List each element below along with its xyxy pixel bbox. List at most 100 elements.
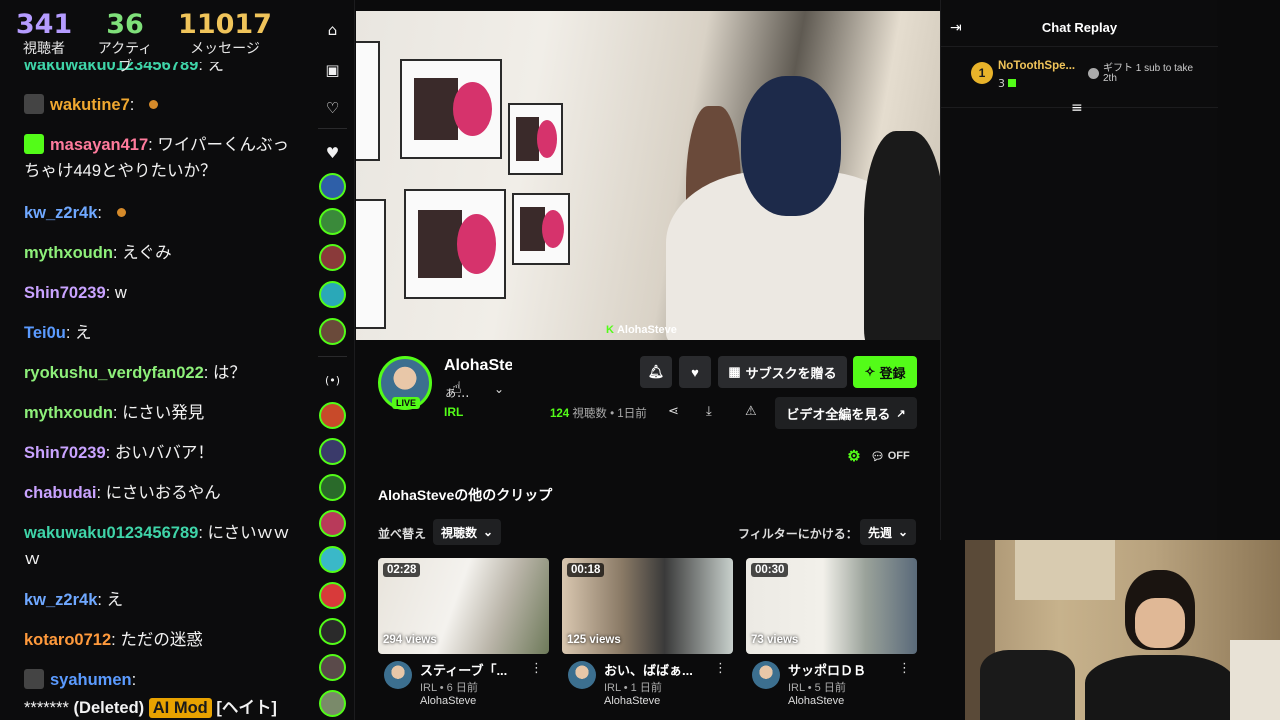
following-icon[interactable]: ♡	[310, 99, 355, 117]
webcam-person-face	[1135, 598, 1185, 648]
chat-message: Shin70239: w	[24, 284, 127, 302]
clip-thumbnail[interactable]: 00:18 125 views	[562, 558, 733, 654]
expand-pinned-icon[interactable]: ≡	[1071, 100, 1083, 116]
chat-username[interactable]: kotaro0712	[24, 631, 111, 649]
chat-message: masayan417: ワイパーくんぶっちゃけ449とやりたいか？	[24, 134, 290, 180]
followed-channel-avatar[interactable]	[319, 244, 346, 271]
clip-title[interactable]: スティーブ「...	[420, 660, 530, 679]
followed-channel-avatar[interactable]	[319, 173, 346, 200]
clip-views: 73 views	[751, 634, 799, 646]
person-figure	[864, 131, 940, 340]
browse-icon[interactable]: ▣	[310, 61, 355, 79]
chat-username[interactable]: Shin70239	[24, 284, 106, 302]
clip-author[interactable]: AlohaSteve	[420, 695, 476, 707]
recommended-channel-avatar[interactable]	[319, 438, 346, 465]
chat-username[interactable]: mythxoudn	[24, 404, 113, 422]
clip-card[interactable]: 00:30 73 views サッポロＤＢ ⋮ IRL • 5 日前 Aloha…	[746, 558, 917, 707]
deleted-label: (Deleted)	[73, 699, 145, 717]
recommended-channel-avatar[interactable]	[319, 618, 346, 645]
chat-username[interactable]: ryokushu_verdyfan022	[24, 364, 204, 382]
recommended-channel-avatar[interactable]	[319, 474, 346, 501]
viewer-count-label: 視聴者	[23, 41, 65, 57]
clip-thumbnail[interactable]: 00:30 73 views	[746, 558, 917, 654]
filter-dropdown[interactable]: 先週 ⌄	[860, 519, 917, 545]
clip-title[interactable]: サッポロＤＢ	[788, 660, 898, 679]
clip-thumbnail[interactable]: 02:28 294 views	[378, 558, 549, 654]
chat-toggle-label: OFF	[887, 450, 910, 462]
followed-channel-avatar[interactable]	[319, 318, 346, 345]
chat-username[interactable]: masayan417	[50, 136, 148, 154]
user-badge-icon	[24, 94, 44, 114]
chevron-down-icon: ⌄	[483, 525, 494, 539]
watch-full-video-button[interactable]: ビデオ全編を見る ↗	[775, 397, 917, 429]
clip-title[interactable]: おい、ばばぁ...	[604, 660, 714, 679]
clip-author[interactable]: AlohaSteve	[788, 695, 844, 707]
chat-message: wakuwaku0123456789: にさいｗｗｗ	[24, 524, 290, 568]
sort-dropdown[interactable]: 視聴数 ⌄	[433, 519, 502, 545]
chat-username[interactable]: wakuwaku0123456789	[24, 524, 198, 542]
chat-username[interactable]: wakutine7	[50, 96, 130, 114]
chat-panel: wakuwaku0123456789: え wakutine7: masayan4…	[0, 0, 310, 720]
sort-label: 並べ替え	[378, 527, 427, 541]
gift-leader-count: 3	[998, 77, 1016, 90]
sort-value: 視聴数	[441, 525, 478, 540]
more-options-icon[interactable]: ⋮	[898, 661, 911, 676]
live-radio-icon[interactable]: (•)	[310, 374, 355, 387]
chat-username[interactable]: kw_z2r4k	[24, 204, 97, 222]
chevron-down-icon[interactable]: ⌄	[494, 382, 504, 396]
chat-username[interactable]: Shin70239	[24, 444, 106, 462]
category-link[interactable]: IRL	[444, 405, 463, 419]
clip-author-avatar[interactable]	[752, 661, 780, 689]
chat-text: にさいおるやん	[105, 484, 221, 502]
chat-overlay-toggle[interactable]: ⚙ 💬︎ OFF	[840, 440, 917, 472]
chat-username[interactable]: kw_z2r4k	[24, 591, 97, 609]
chat-username[interactable]: syahumen	[50, 671, 132, 689]
clip-card[interactable]: 02:28 294 views スティーブ「... ⋮ IRL • 6 日前 A…	[378, 558, 549, 707]
favorite-button[interactable]: ♥	[679, 356, 711, 388]
recommended-channel-avatar[interactable]	[319, 546, 346, 573]
video-player[interactable]: K AlohaSteve	[356, 11, 940, 340]
chat-text: ただの迷惑	[120, 631, 203, 649]
channel-name[interactable]: AlohaSteve	[444, 357, 512, 375]
recommended-channel-avatar[interactable]	[319, 510, 346, 537]
clip-author-avatar[interactable]	[568, 661, 596, 689]
more-options-icon[interactable]: ⋮	[530, 661, 543, 676]
gift-icon: ▦	[728, 364, 741, 379]
message-count: 11017 メッセージ	[170, 10, 280, 58]
chat-message: wakutine7:	[24, 92, 296, 118]
message-count-value: 11017	[178, 9, 272, 40]
report-warning-icon[interactable]: ⚠	[745, 404, 757, 419]
mouse-cursor-icon: ☝	[452, 378, 462, 397]
gift-badge-icon	[24, 134, 44, 154]
follow-button[interactable]: ✧ 登録	[853, 356, 917, 388]
webcam-wall-posters	[1015, 540, 1115, 600]
favorite-heart-icon[interactable]: ♥	[310, 144, 355, 162]
webcam-person-body	[1085, 655, 1235, 720]
more-options-icon[interactable]: ⋮	[714, 661, 727, 676]
clip-duration: 00:30	[751, 563, 789, 577]
gift-message: ギフト 1 sub to take 2th	[1103, 63, 1194, 84]
recommended-channel-avatar[interactable]	[319, 582, 346, 609]
followed-channel-avatar[interactable]	[319, 208, 346, 235]
recommended-channel-avatar[interactable]	[319, 654, 346, 681]
recommended-channel-avatar[interactable]	[319, 690, 346, 717]
clip-duration: 02:28	[383, 563, 421, 577]
chat-username[interactable]: chabudai	[24, 484, 96, 502]
recommended-channel-avatar[interactable]	[319, 402, 346, 429]
chat-message: kw_z2r4k: え	[24, 591, 124, 609]
clip-card[interactable]: 00:18 125 views おい、ばばぁ... ⋮ IRL • 1 日前 A…	[562, 558, 733, 707]
share-icon[interactable]: ⋖	[668, 404, 679, 419]
chat-username[interactable]: Tei0u	[24, 324, 66, 342]
followed-channel-avatar[interactable]	[319, 281, 346, 308]
home-icon[interactable]: ⌂	[310, 21, 355, 39]
chat-username[interactable]: mythxoudn	[24, 244, 113, 262]
clip-author-avatar[interactable]	[384, 661, 412, 689]
gear-icon: ⚙	[847, 448, 861, 465]
download-icon[interactable]: ⤓	[706, 404, 712, 419]
gift-leader-username[interactable]: NoToothSpe...	[998, 60, 1075, 72]
notification-bell-button[interactable]: 🔔︎	[640, 356, 672, 388]
clip-meta: IRL • 6 日前	[420, 682, 478, 694]
chat-text: w	[114, 284, 127, 302]
gift-sub-button[interactable]: ▦ サブスクを贈る	[718, 356, 847, 388]
clip-author[interactable]: AlohaSteve	[604, 695, 660, 707]
